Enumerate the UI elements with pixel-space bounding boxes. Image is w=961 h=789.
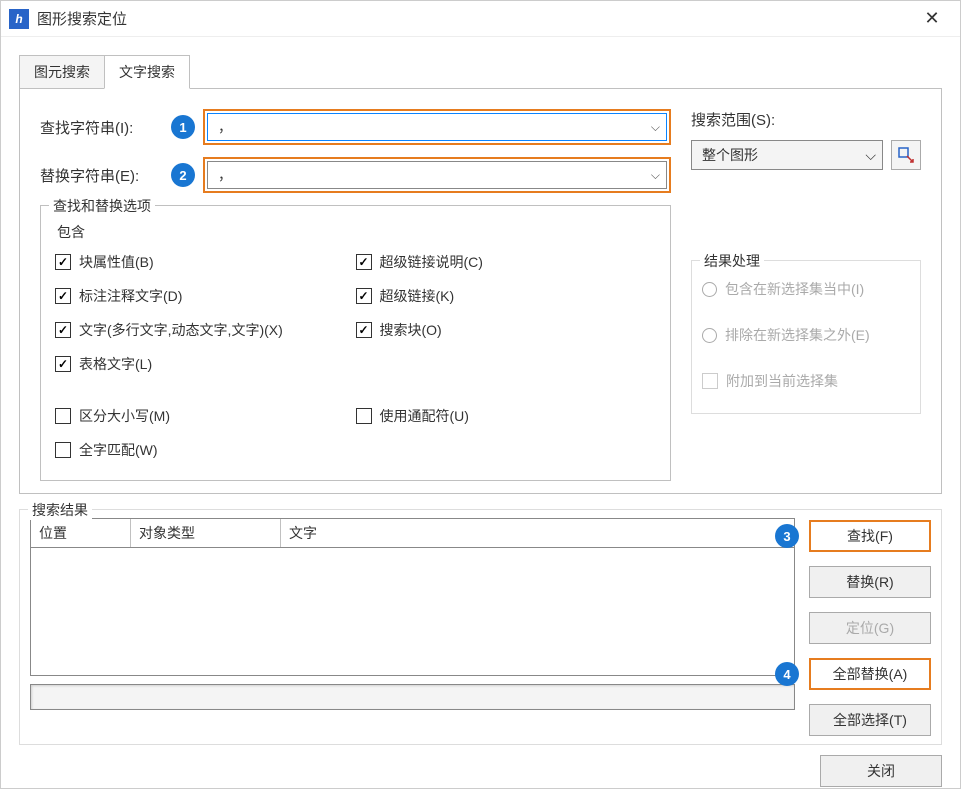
result-options-group: 结果处理 包含在新选择集当中(I) 排除在新选择集之外(E) 附加到当前选择集 [691,260,921,414]
badge-1: 1 [171,115,195,139]
th-type[interactable]: 对象类型 [131,519,281,547]
locate-button: 定位(G) [809,612,931,644]
find-row: 查找字符串(I): 1 ， ⌵ [40,109,671,145]
find-label: 查找字符串(I): [40,117,175,138]
check-label: 块属性值(B) [79,252,154,272]
opt-label: 包含在新选择集当中(I) [725,279,864,299]
dialog-window: h 图形搜索定位 ✕ 图元搜索 文字搜索 查找字符串(I): 1 ， ⌵ [0,0,961,789]
pick-objects-button[interactable] [891,140,921,170]
check-dim-text[interactable]: 标注注释文字(D) [55,286,356,306]
tabs: 图元搜索 文字搜索 [19,55,960,89]
check-case-sensitive[interactable]: 区分大小写(M) [55,406,356,426]
status-bar [30,684,795,710]
checkbox-icon [55,442,71,458]
checkbox-icon [55,254,71,270]
check-label: 全字匹配(W) [79,440,158,460]
replace-label: 替换字符串(E): [40,165,175,186]
chevron-down-icon: ⌵ [865,147,876,164]
window-title: 图形搜索定位 [37,8,912,29]
find-value: ， [218,117,651,137]
check-label: 文字(多行文字,动态文字,文字)(X) [79,320,283,340]
find-button[interactable]: 查找(F) [809,520,931,552]
options-group: 查找和替换选项 包含 块属性值(B) 标注注释文字(D) [40,205,671,481]
check-label: 区分大小写(M) [79,406,170,426]
badge-3: 3 [775,524,799,548]
find-highlight: ， ⌵ [203,109,671,145]
tab-panel: 查找字符串(I): 1 ， ⌵ 替换字符串(E): 2 ， [19,88,942,494]
opt-exclude-selection: 排除在新选择集之外(E) [702,325,910,345]
select-icon [898,147,914,163]
check-whole-word[interactable]: 全字匹配(W) [55,440,356,460]
opt-label: 附加到当前选择集 [726,371,838,391]
select-all-button[interactable]: 全部选择(T) [809,704,931,736]
check-hyperlink[interactable]: 超级链接(K) [356,286,657,306]
replace-value: ， [218,165,651,185]
badge-4: 4 [775,662,799,686]
app-icon: h [9,9,29,29]
check-label: 使用通配符(U) [380,406,469,426]
check-label: 超级链接说明(C) [380,252,483,272]
check-label: 表格文字(L) [79,354,152,374]
checkbox-icon [702,373,718,389]
opt-include-selection: 包含在新选择集当中(I) [702,279,910,299]
checkbox-icon [55,288,71,304]
results-group: 搜索结果 位置 对象类型 文字 3 查找(F) 替换(R) [19,509,942,745]
tab-element-search[interactable]: 图元搜索 [19,55,105,89]
chevron-down-icon: ⌵ [651,120,660,135]
radio-icon [702,328,717,343]
checkbox-icon [55,408,71,424]
checkbox-icon [356,254,372,270]
badge-2: 2 [171,163,195,187]
replace-row: 替换字符串(E): 2 ， ⌵ [40,157,671,193]
scope-combo[interactable]: 整个图形 ⌵ [691,140,883,170]
results-table[interactable]: 位置 对象类型 文字 [30,518,795,676]
radio-icon [702,282,717,297]
table-header: 位置 对象类型 文字 [31,519,794,548]
options-legend: 查找和替换选项 [49,196,155,216]
opt-append-selection: 附加到当前选择集 [702,371,910,391]
find-combo[interactable]: ， ⌵ [207,113,667,141]
checkbox-icon [55,356,71,372]
check-text-multi[interactable]: 文字(多行文字,动态文字,文字)(X) [55,320,356,340]
check-use-wildcard[interactable]: 使用通配符(U) [356,406,657,426]
close-button[interactable]: 关闭 [820,755,942,787]
check-label: 标注注释文字(D) [79,286,182,306]
close-icon[interactable]: ✕ [912,1,952,37]
results-legend: 搜索结果 [28,500,92,520]
opt-label: 排除在新选择集之外(E) [725,325,870,345]
replace-button[interactable]: 替换(R) [809,566,931,598]
replace-highlight: ， ⌵ [203,157,671,193]
check-block-attr[interactable]: 块属性值(B) [55,252,356,272]
checkbox-icon [55,322,71,338]
scope-label: 搜索范围(S): [691,109,921,130]
check-label: 搜索块(O) [380,320,442,340]
tab-text-search[interactable]: 文字搜索 [104,55,190,89]
check-hyperlink-desc[interactable]: 超级链接说明(C) [356,252,657,272]
check-search-block[interactable]: 搜索块(O) [356,320,657,340]
chevron-down-icon: ⌵ [651,168,660,183]
replace-all-button[interactable]: 全部替换(A) [809,658,931,690]
scope-value: 整个图形 [702,145,865,165]
checkbox-icon [356,408,372,424]
include-label: 包含 [57,222,656,242]
th-text[interactable]: 文字 [281,519,794,547]
checkbox-icon [356,288,372,304]
th-position[interactable]: 位置 [31,519,131,547]
result-options-legend: 结果处理 [700,251,764,271]
titlebar: h 图形搜索定位 ✕ [1,1,960,37]
check-table-text[interactable]: 表格文字(L) [55,354,356,374]
check-label: 超级链接(K) [380,286,455,306]
replace-combo[interactable]: ， ⌵ [207,161,667,189]
checkbox-icon [356,322,372,338]
